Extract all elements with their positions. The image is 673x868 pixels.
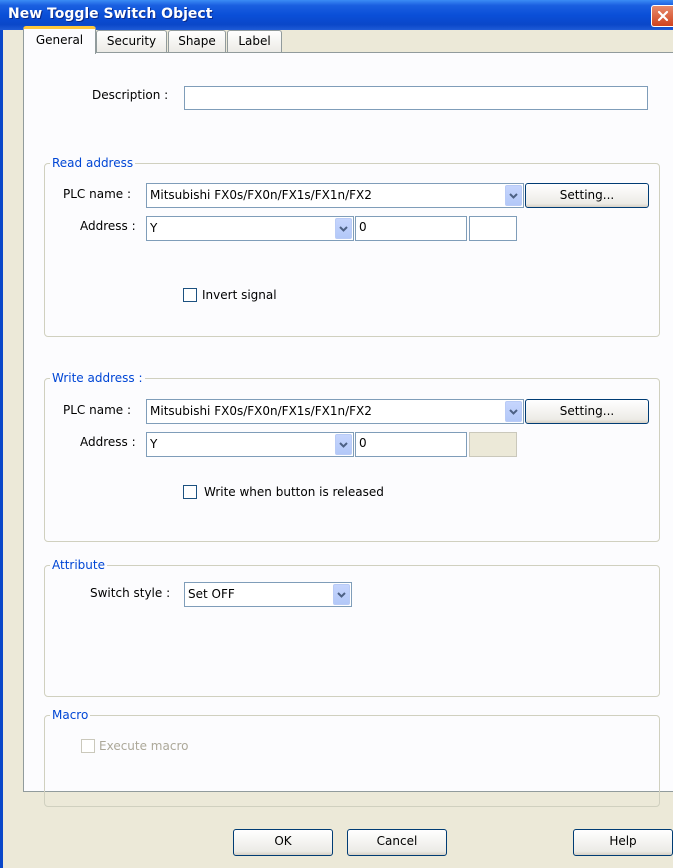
read-plc-name-label: PLC name : [63, 187, 132, 201]
read-setting-button[interactable]: Setting... [525, 183, 649, 208]
invert-signal-label: Invert signal [202, 288, 277, 302]
write-setting-button[interactable]: Setting... [525, 399, 649, 424]
window-title: New Toggle Switch Object [8, 6, 213, 22]
tab-label-text: Label [238, 34, 271, 48]
chevron-down-icon[interactable] [335, 218, 352, 239]
write-address-label: Address : [80, 435, 136, 449]
dialog-body: General Security Shape Label Description… [0, 26, 673, 868]
switch-style-label: Switch style : [90, 586, 171, 600]
close-button[interactable] [651, 5, 673, 27]
read-address-input[interactable]: 0 [355, 216, 467, 241]
tab-security[interactable]: Security [96, 30, 167, 52]
macro-title: Macro [50, 708, 91, 722]
title-bar: New Toggle Switch Object [0, 0, 673, 30]
tab-shape[interactable]: Shape [168, 30, 226, 52]
description-input[interactable] [184, 86, 648, 110]
read-plc-name-value: Mitsubishi FX0s/FX0n/FX1s/FX1n/FX2 [150, 188, 372, 202]
attribute-title: Attribute [50, 558, 107, 572]
write-plc-name-select[interactable]: Mitsubishi FX0s/FX0n/FX1s/FX1n/FX2 [146, 399, 524, 424]
switch-style-select[interactable]: Set OFF [184, 582, 352, 607]
macro-group [44, 715, 660, 807]
read-address-title: Read address [50, 156, 136, 170]
attribute-group [44, 565, 660, 697]
help-button[interactable]: Help [573, 829, 673, 856]
tab-label: General [35, 33, 84, 47]
tab-general[interactable]: General [23, 26, 96, 54]
read-address-label: Address : [80, 219, 136, 233]
read-address-suffix-field [469, 216, 517, 241]
chevron-down-icon[interactable] [335, 434, 352, 455]
write-address-suffix-field [469, 432, 517, 457]
write-device-value: Y [150, 437, 158, 451]
cancel-button[interactable]: Cancel [347, 829, 447, 856]
read-device-value: Y [150, 221, 158, 235]
tab-panel-general: Description : Read address PLC name : Mi… [23, 52, 673, 807]
write-device-select[interactable]: Y [146, 432, 354, 457]
read-device-select[interactable]: Y [146, 216, 354, 241]
write-plc-name-value: Mitsubishi FX0s/FX0n/FX1s/FX1n/FX2 [150, 404, 372, 418]
write-when-released-label: Write when button is released [204, 485, 384, 499]
write-address-input[interactable]: 0 [355, 432, 467, 457]
read-plc-name-select[interactable]: Mitsubishi FX0s/FX0n/FX1s/FX1n/FX2 [146, 183, 524, 208]
close-icon [657, 10, 668, 22]
invert-signal-checkbox[interactable] [183, 288, 197, 302]
chevron-down-icon[interactable] [505, 185, 522, 206]
chevron-down-icon[interactable] [505, 401, 522, 422]
tab-label: Shape [178, 34, 216, 48]
tab-label[interactable]: Label [227, 30, 282, 52]
tab-label: Security [106, 34, 157, 48]
execute-macro-checkbox[interactable] [81, 739, 95, 753]
chevron-down-icon[interactable] [333, 584, 350, 605]
execute-macro-label: Execute macro [99, 739, 189, 753]
write-plc-name-label: PLC name : [63, 403, 132, 417]
switch-style-value: Set OFF [188, 587, 235, 601]
ok-button[interactable]: OK [233, 829, 333, 856]
write-address-title: Write address : [50, 371, 145, 385]
write-when-released-checkbox[interactable] [183, 485, 197, 499]
description-label: Description : [92, 88, 169, 102]
